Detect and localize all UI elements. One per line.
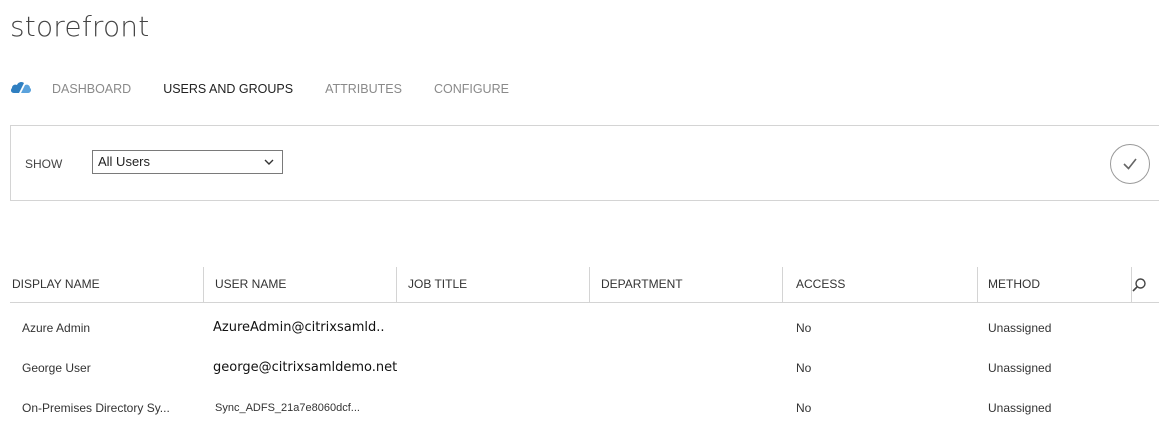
users-table: DISPLAY NAME USER NAME JOB TITLE DEPARTM… — [10, 267, 1159, 428]
access-cell: No — [796, 361, 812, 375]
page-title: storefront — [10, 10, 150, 43]
show-label: SHOW — [25, 157, 63, 171]
chevron-down-icon — [264, 153, 274, 174]
tab-attributes[interactable]: ATTRIBUTES — [325, 82, 402, 96]
search-icon[interactable] — [1131, 277, 1147, 293]
user-name-cell: george@citrixsamldemo.net — [213, 360, 398, 375]
filter-bar: SHOW All Users — [10, 125, 1159, 201]
top-nav: DASHBOARD USERS AND GROUPS ATTRIBUTES CO… — [10, 80, 541, 98]
user-name-cell: AzureAdmin@citrixsamld.. — [213, 320, 385, 335]
column-divider — [396, 267, 397, 302]
column-divider — [782, 267, 783, 302]
access-cell: No — [796, 321, 812, 335]
tab-users-and-groups[interactable]: USERS AND GROUPS — [163, 82, 293, 96]
method-cell: Unassigned — [988, 321, 1052, 335]
method-cell: Unassigned — [988, 361, 1052, 375]
column-display-name[interactable]: DISPLAY NAME — [12, 267, 100, 302]
display-name-cell: George User — [22, 361, 91, 375]
tab-dashboard[interactable]: DASHBOARD — [52, 82, 131, 96]
table-row[interactable]: On-Premises Directory Sy... Sync_ADFS_21… — [10, 388, 1159, 428]
azure-cloud-icon[interactable] — [10, 79, 32, 95]
checkmark-icon — [1123, 158, 1137, 170]
column-access[interactable]: ACCESS — [796, 267, 845, 302]
column-divider — [589, 267, 590, 302]
column-method[interactable]: METHOD — [988, 267, 1040, 302]
column-user-name[interactable]: USER NAME — [215, 267, 286, 302]
user-name-cell: Sync_ADFS_21a7e8060dcf... — [215, 402, 360, 414]
column-divider — [977, 267, 978, 302]
column-divider — [203, 267, 204, 302]
column-department[interactable]: DEPARTMENT — [601, 267, 683, 302]
method-cell: Unassigned — [988, 401, 1052, 415]
confirm-button[interactable] — [1110, 144, 1150, 184]
column-job-title[interactable]: JOB TITLE — [408, 267, 467, 302]
show-select-value: All Users — [98, 154, 151, 169]
display-name-cell: On-Premises Directory Sy... — [22, 401, 170, 415]
access-cell: No — [796, 401, 812, 415]
table-row[interactable]: Azure Admin AzureAdmin@citrixsamld.. No … — [10, 308, 1159, 348]
tab-configure[interactable]: CONFIGURE — [434, 82, 509, 96]
table-header: DISPLAY NAME USER NAME JOB TITLE DEPARTM… — [10, 267, 1159, 303]
show-select[interactable]: All Users — [92, 150, 283, 174]
table-row[interactable]: George User george@citrixsamldemo.net No… — [10, 348, 1159, 388]
display-name-cell: Azure Admin — [22, 321, 91, 335]
